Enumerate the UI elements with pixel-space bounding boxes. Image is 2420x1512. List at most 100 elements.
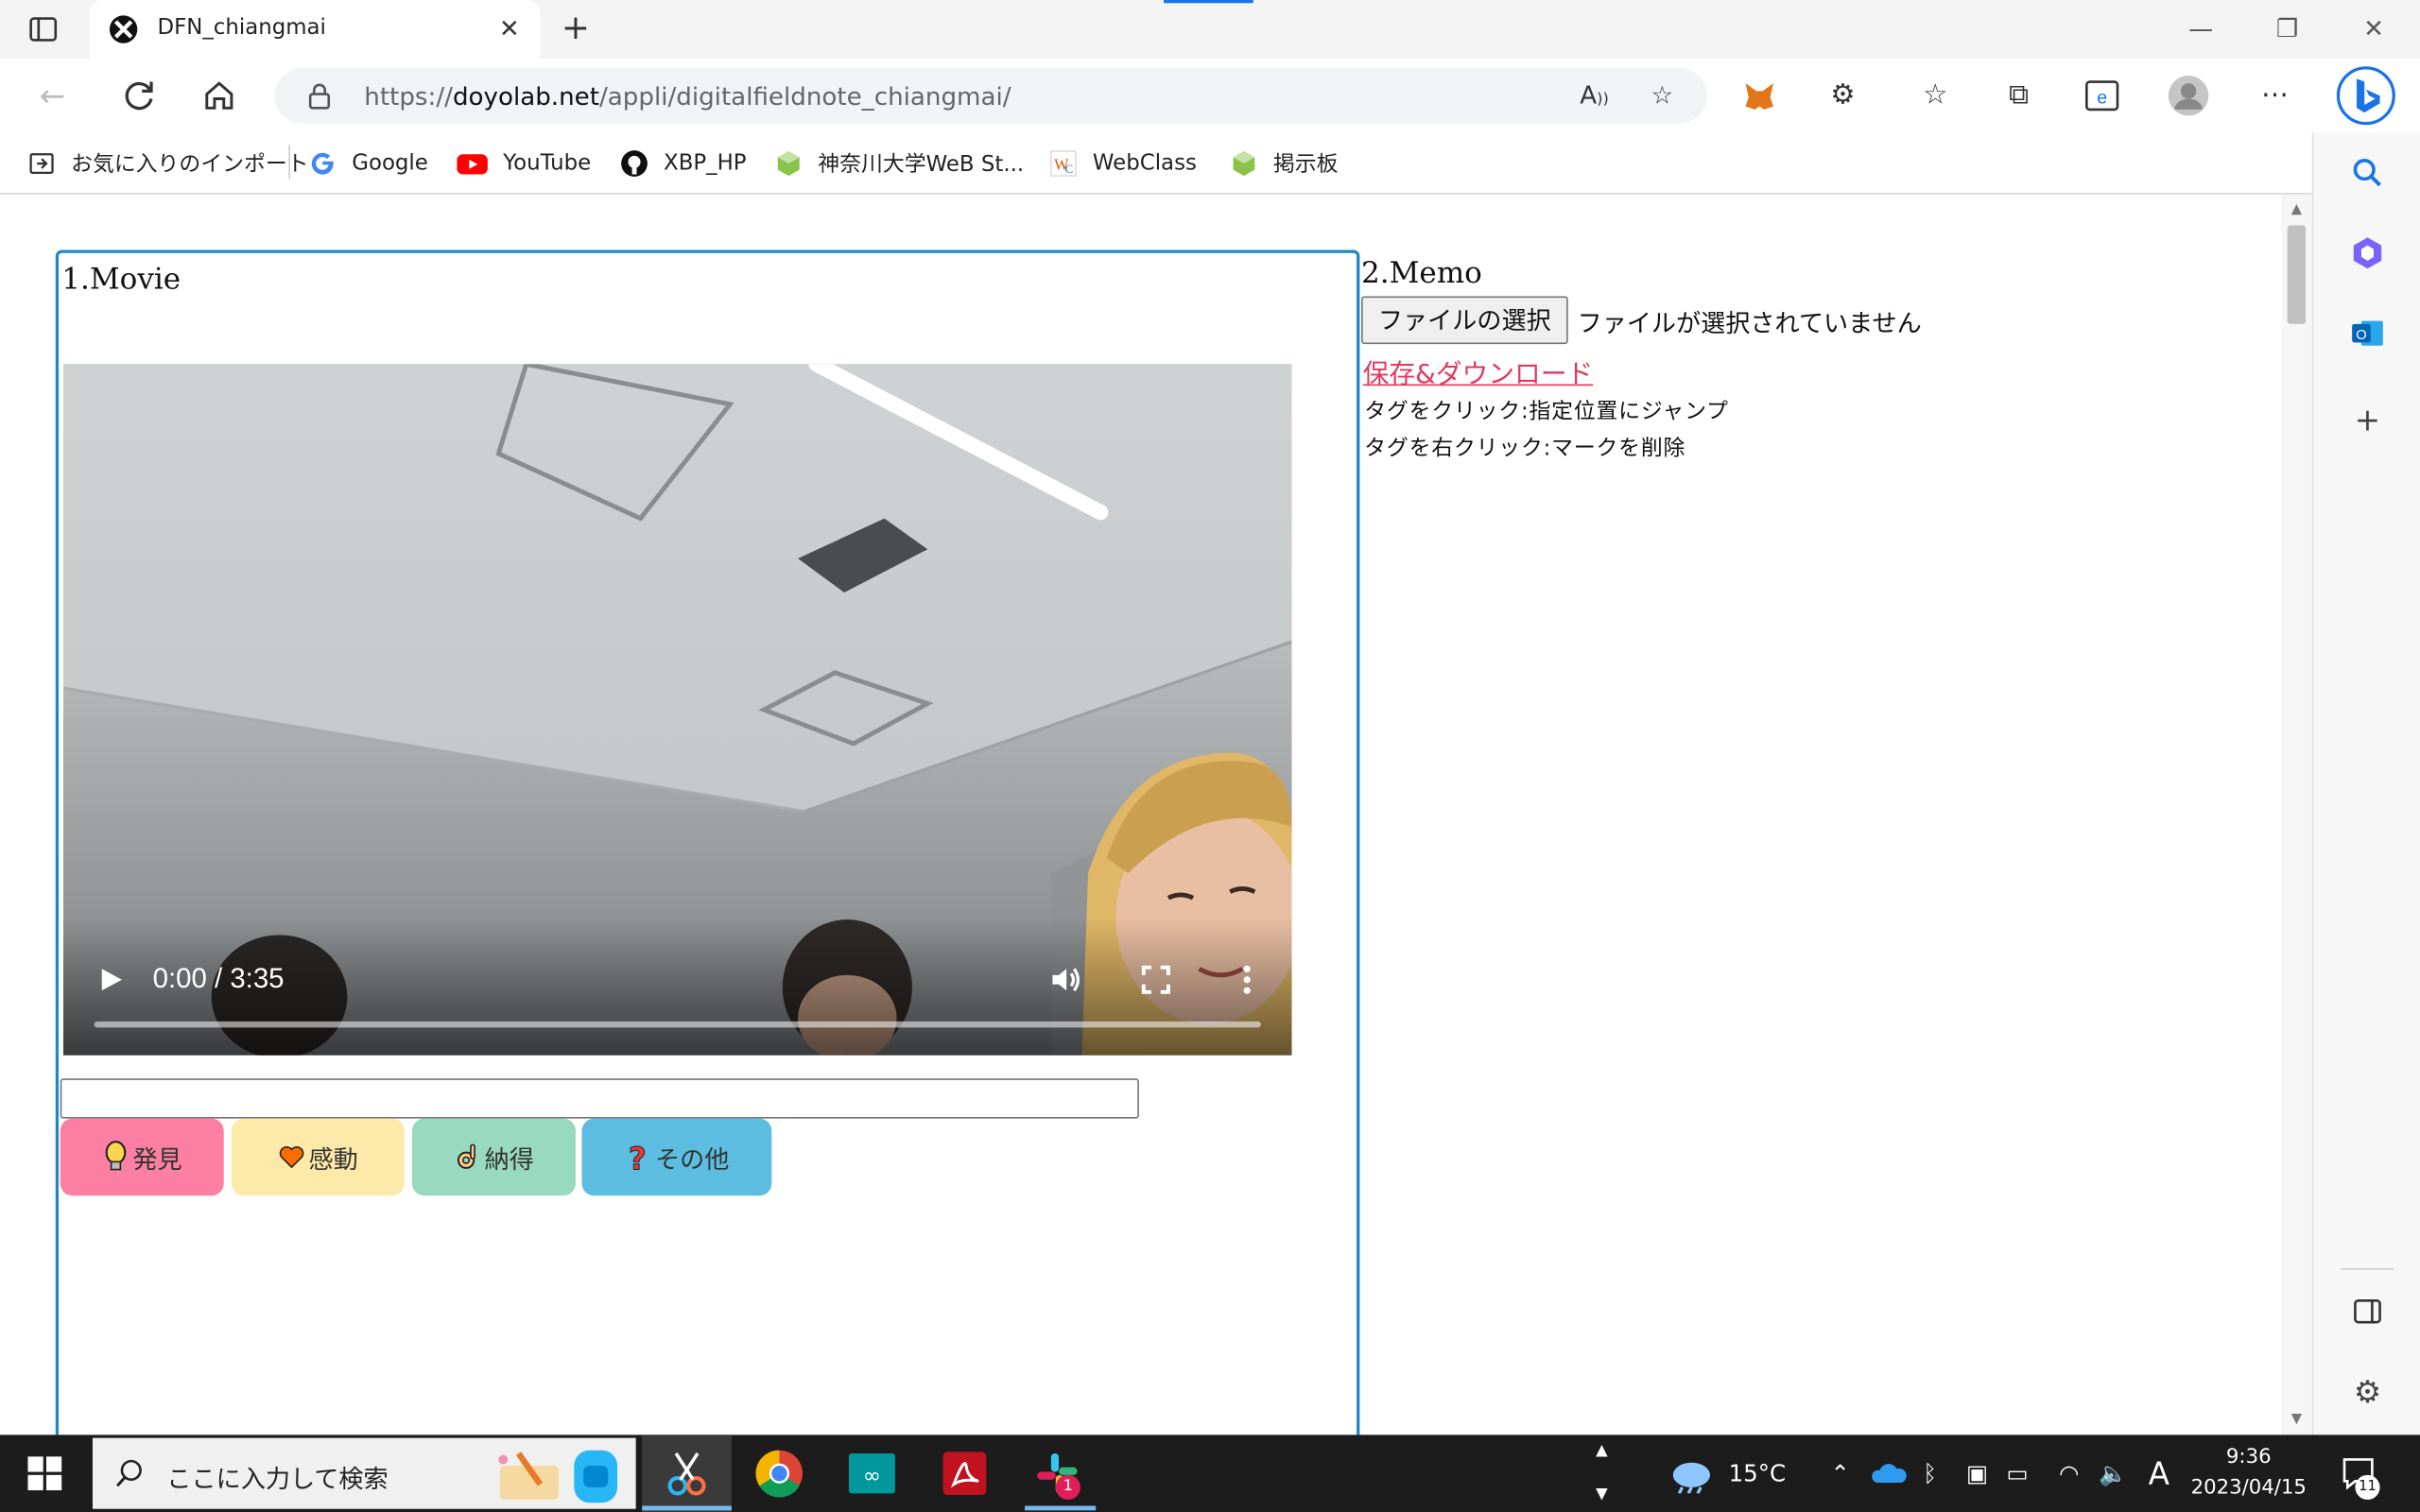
sidebar-divider (2341, 1268, 2394, 1270)
weather-temp[interactable]: 15°C (1729, 1435, 1787, 1512)
video-player[interactable]: 0:00 / 3:35 (62, 364, 1292, 1056)
ime-indicator[interactable]: A (2149, 1435, 2169, 1512)
ie-mode-icon[interactable]: e (2083, 77, 2120, 114)
taskbar-scroll-arrows[interactable]: ▲ ▼ (1596, 1441, 1608, 1512)
url-text[interactable]: https://doyolab.net/appli/digitalfieldno… (364, 82, 1011, 112)
favorites-icon[interactable]: ☆ (1917, 77, 1954, 114)
arduino-icon[interactable]: ∞ (846, 1447, 899, 1500)
volume-icon[interactable] (1048, 963, 1082, 997)
tag-button-understood[interactable]: 納得 (411, 1118, 576, 1196)
bookmark-kanagawa-univ[interactable]: 神奈川大学WeB St... (775, 145, 1024, 181)
page-scrollbar[interactable]: ▲ ▼ (2281, 194, 2312, 1435)
bookmark-webclass[interactable]: WC WebClass (1049, 145, 1197, 181)
search-icon (115, 1459, 142, 1487)
add-sidebar-app-icon[interactable]: + (2349, 401, 2386, 438)
weather-icon[interactable] (1667, 1456, 1716, 1494)
close-window-button[interactable]: ✕ (2342, 9, 2404, 49)
add-favorite-icon[interactable]: ☆ (1645, 78, 1679, 112)
bookmark-import-favorites[interactable]: お気に入りのインポート (27, 145, 309, 181)
taskbar-clock[interactable]: 9:36 2023/04/15 (2179, 1443, 2318, 1504)
tag-button-impressed[interactable]: 感動 (231, 1118, 405, 1196)
search-placeholder: ここに入力して検索 (166, 1464, 389, 1494)
hide-sidebar-icon[interactable] (2349, 1293, 2386, 1330)
tab-close-icon[interactable]: ✕ (493, 14, 525, 45)
volume-icon[interactable]: 🔈 (2099, 1435, 2128, 1512)
bookmark-separator (288, 145, 290, 180)
fullscreen-icon[interactable] (1141, 964, 1172, 995)
collections-icon[interactable]: ⧉ (2000, 77, 2037, 114)
windows-start-icon[interactable] (27, 1456, 62, 1491)
restore-button[interactable]: ❐ (2256, 9, 2318, 49)
chrome-icon[interactable] (753, 1447, 806, 1500)
search-highlight-illustration (498, 1450, 618, 1503)
site-favicon-icon (109, 15, 138, 43)
import-favorites-icon (29, 153, 54, 174)
bookmark-bulletin-board[interactable]: 掲示板 (1230, 145, 1339, 181)
more-menu-icon[interactable]: ⋯ (2256, 77, 2293, 114)
back-button[interactable]: ← (31, 74, 75, 117)
lightbulb-icon (105, 1141, 127, 1171)
question-icon: ? (629, 1141, 648, 1175)
play-icon[interactable] (97, 966, 125, 993)
bookmark-google[interactable]: Google (309, 145, 428, 181)
slack-badge: 1 (1055, 1474, 1080, 1500)
taskbar-active-indicator (642, 1505, 732, 1511)
heart-icon (279, 1146, 304, 1169)
svg-text:∞: ∞ (863, 1464, 881, 1488)
office-icon[interactable] (2349, 234, 2386, 271)
save-download-link[interactable]: 保存&ダウンロード (1363, 352, 1594, 390)
address-bar[interactable]: https://doyolab.net/appli/digitalfieldno… (274, 67, 1707, 124)
video-progress-bar[interactable] (94, 1021, 1261, 1028)
battery-icon[interactable]: ▭ (2006, 1435, 2028, 1512)
lock-icon[interactable] (305, 82, 333, 110)
more-options-icon[interactable] (1236, 963, 1258, 997)
new-tab-button[interactable]: + (559, 11, 593, 46)
read-aloud-icon[interactable]: A)) (1578, 78, 1612, 112)
svg-text:O: O (2356, 328, 2366, 343)
bookmark-youtube[interactable]: YouTube (457, 145, 591, 181)
tab-actions-icon[interactable] (27, 14, 59, 45)
video-controls: 0:00 / 3:35 (62, 916, 1292, 1056)
tag-button-other[interactable]: ? その他 (581, 1118, 772, 1196)
memo-text-input[interactable] (60, 1078, 1139, 1119)
tag-button-discovery[interactable]: 発見 (60, 1118, 224, 1196)
hint-rightclick-delete: タグを右クリック:マークを削除 (1364, 437, 1686, 462)
google-icon (311, 152, 334, 175)
bookmark-xbp-hp[interactable]: XBP_HP (620, 145, 747, 181)
notification-count-badge: 11 (2355, 1474, 2380, 1500)
green-cube-icon (777, 150, 800, 177)
minimize-button[interactable]: — (2170, 9, 2232, 49)
webclass-icon: WC (1050, 150, 1077, 177)
profile-avatar[interactable] (2167, 74, 2210, 117)
outlook-icon[interactable]: O (2349, 315, 2386, 352)
taskbar-search-box[interactable]: ここに入力して検索 (92, 1437, 636, 1509)
onedrive-icon[interactable] (1871, 1461, 1908, 1486)
clock-date: 2023/04/15 (2190, 1476, 2307, 1500)
wifi-icon[interactable]: ◠ (2059, 1435, 2079, 1512)
bing-chat-icon[interactable] (2335, 65, 2396, 127)
svg-text:?: ? (630, 1142, 648, 1175)
file-status-text: ファイルが選択されていません (1577, 308, 1922, 338)
metamask-extension-icon[interactable] (1741, 77, 1778, 114)
choose-file-button[interactable]: ファイルの選択 (1360, 296, 1568, 345)
tray-overflow-icon[interactable]: ⌃ (1830, 1435, 1850, 1512)
youtube-icon (457, 154, 488, 175)
browser-tab-active[interactable]: DFN_chiangmai ✕ (89, 0, 541, 60)
window-accent-line (1164, 0, 1253, 4)
meet-now-icon[interactable]: ▣ (1966, 1435, 1988, 1512)
search-icon[interactable] (2349, 154, 2386, 191)
clock-time: 9:36 (2225, 1445, 2272, 1469)
extensions-icon[interactable]: ⚙ (1824, 77, 1861, 114)
acrobat-icon[interactable] (939, 1447, 992, 1500)
ok-hand-icon (457, 1143, 475, 1169)
reload-icon[interactable] (117, 74, 161, 117)
bluetooth-icon[interactable]: ᛒ (1923, 1435, 1937, 1512)
scroll-up-arrow[interactable]: ▲ (2288, 200, 2307, 219)
sidebar-settings-icon[interactable]: ⚙ (2349, 1373, 2386, 1410)
tab-title: DFN_chiangmai (157, 15, 326, 41)
windows-taskbar: ここに入力して検索 ∞ 1 ▲ ▼ 15°C ⌃ ᛒ ▣ ▭ ◠ 🔈 A 9:36… (0, 1435, 2420, 1512)
scroll-thumb[interactable] (2287, 225, 2307, 324)
home-icon[interactable] (198, 74, 241, 117)
scroll-down-arrow[interactable]: ▼ (2288, 1410, 2307, 1429)
snipping-tool-icon[interactable] (661, 1447, 714, 1500)
